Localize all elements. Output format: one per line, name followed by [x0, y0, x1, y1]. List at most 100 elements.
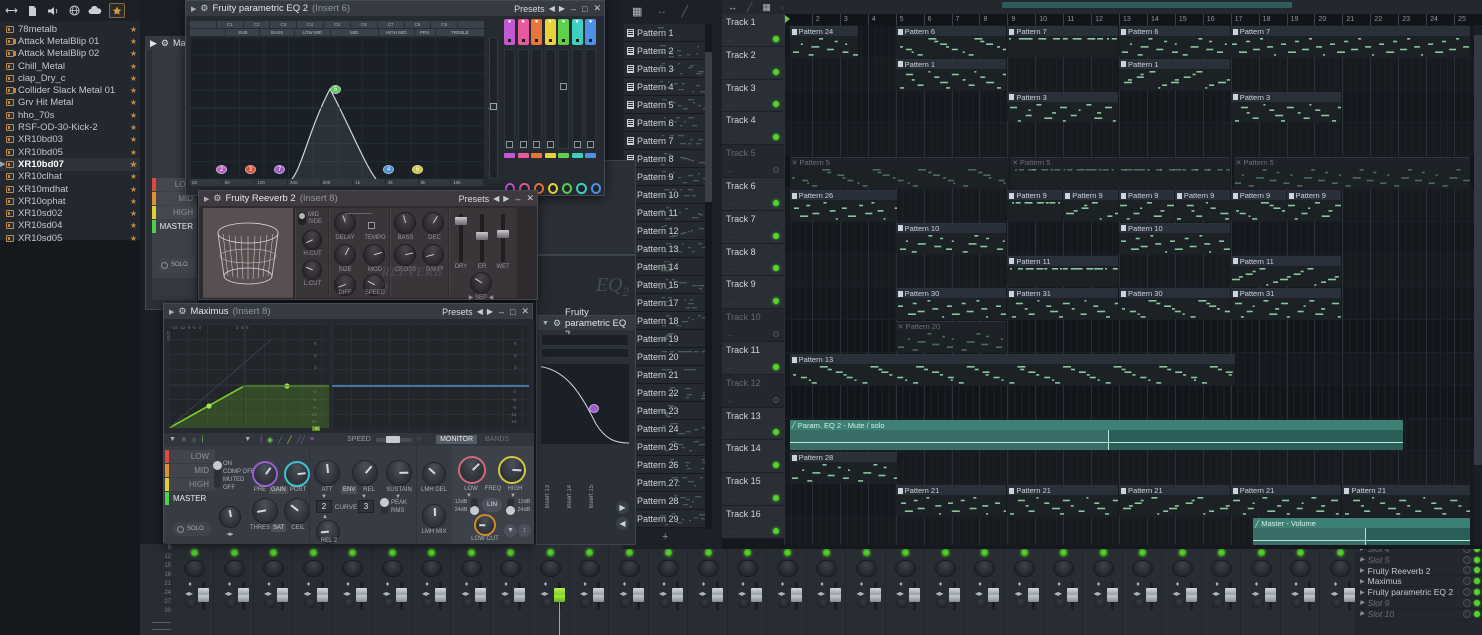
- playlist-grid[interactable]: Pattern 24 Pattern 6 Pattern 7 Pattern 6 Pat…: [784, 25, 1482, 545]
- mixer-strip[interactable]: ♦ ◂▸: [1006, 544, 1044, 635]
- browser-item[interactable]: XR10bd05 ★: [0, 146, 140, 158]
- favorite-star-icon[interactable]: ★: [130, 172, 137, 181]
- strip-gain-knob[interactable]: [737, 560, 758, 577]
- edge-eq-node[interactable]: [589, 404, 599, 413]
- strip-led[interactable]: [1257, 549, 1265, 556]
- eq-band-track[interactable]: [504, 49, 515, 149]
- maximus-window[interactable]: ▶ ⚙ Maximus (Insert 8) Presets ◀ ▶ – □ ✕: [163, 303, 534, 544]
- minimize-button[interactable]: –: [515, 194, 520, 204]
- track-enable-led[interactable]: [773, 298, 779, 305]
- gear-icon[interactable]: ⚙: [200, 3, 208, 14]
- pattern-list-item[interactable]: Pattern 10: [624, 186, 710, 204]
- pattern-clip[interactable]: Pattern 10: [1119, 222, 1230, 254]
- effect-mix-knob[interactable]: [1463, 577, 1471, 586]
- eq-master-level-slider[interactable]: [489, 37, 498, 179]
- strip-stereo-icon[interactable]: ♦: [186, 581, 194, 589]
- clip-header[interactable]: ╱ Param. EQ 2 - Mute / solo: [789, 420, 1403, 430]
- playlist-grid-row[interactable]: [784, 385, 1482, 419]
- browser-item[interactable]: hho_70s ★: [0, 109, 140, 121]
- close-button[interactable]: ✕: [526, 193, 534, 204]
- mixer-strip[interactable]: ♦ ◂▸: [1164, 544, 1202, 635]
- pattern-clip[interactable]: Pattern 24: [789, 26, 859, 57]
- playlist-track-header[interactable]: Track 13…: [722, 407, 784, 441]
- pattern-clip[interactable]: Pattern 26: [789, 190, 898, 221]
- strip-fader-handle[interactable]: [277, 588, 288, 602]
- strip-small-knob[interactable]: [1133, 599, 1145, 608]
- eq-band-selector[interactable]: ●: [504, 19, 515, 45]
- strip-stereo-icon[interactable]: ♦: [423, 581, 431, 589]
- effect-mix-knob[interactable]: [1463, 555, 1471, 564]
- track-handle-icon[interactable]: …: [727, 265, 735, 272]
- clip-header[interactable]: Pattern 1: [895, 59, 1007, 69]
- move-tool-icon[interactable]: ↔: [656, 5, 667, 17]
- favorite-star-icon[interactable]: ★: [130, 111, 137, 120]
- effect-slot[interactable]: ▶ Fruity parametric EQ 2: [1355, 587, 1482, 598]
- strip-fader-handle[interactable]: [632, 588, 644, 602]
- favorite-star-icon[interactable]: ★: [130, 148, 137, 157]
- hcut-knob[interactable]: [302, 230, 322, 250]
- track-enable-led[interactable]: [773, 166, 779, 173]
- strip-pan-icon[interactable]: ◂▸: [1054, 589, 1062, 598]
- strip-stereo-icon[interactable]: ♦: [1213, 581, 1221, 589]
- strip-small-knob[interactable]: [343, 599, 355, 608]
- pattern-picker-icon[interactable]: ▦: [632, 5, 642, 18]
- eq-band-handle[interactable]: [533, 141, 540, 148]
- strip-led[interactable]: [981, 549, 988, 556]
- eq-band-label[interactable]: LOW MID: [294, 29, 330, 36]
- mode-slope3-icon[interactable]: ╱╱: [297, 436, 305, 444]
- strip-fader-handle[interactable]: [474, 588, 486, 602]
- strip-gain-knob[interactable]: [776, 560, 798, 577]
- pattern-list-item[interactable]: Pattern 18: [624, 312, 710, 330]
- strip-gain-knob[interactable]: [342, 560, 363, 577]
- track-handle-icon[interactable]: …: [727, 331, 735, 338]
- strip-gain-knob[interactable]: [895, 560, 916, 577]
- gain-button[interactable]: GAIN: [269, 486, 288, 494]
- pattern-list-item[interactable]: Pattern 1: [624, 24, 710, 42]
- pattern-list-item[interactable]: Pattern 9: [624, 168, 710, 186]
- mixer-strip[interactable]: ♦ ◂▸: [413, 544, 451, 635]
- clip-header[interactable]: Pattern 6: [1119, 27, 1230, 36]
- mixer-strip[interactable]: ♦ ◂▸: [295, 544, 333, 635]
- pattern-clip[interactable]: Pattern 9: [1007, 190, 1063, 221]
- mixer-strip[interactable]: ♦ ◂▸: [255, 544, 293, 635]
- pattern-clip[interactable]: ✕ Pattern 5: [1010, 157, 1230, 188]
- track-handle-icon[interactable]: …: [727, 364, 735, 371]
- strip-small-knob[interactable]: [264, 599, 276, 608]
- eq-band-label[interactable]: BASS: [260, 29, 294, 36]
- strip-led[interactable]: [862, 549, 870, 556]
- strip-gain-knob[interactable]: [1013, 560, 1035, 577]
- mixer-strip[interactable]: ♦ ◂▸: [1243, 544, 1281, 635]
- track-handle-icon[interactable]: …: [727, 233, 735, 240]
- track-enable-led[interactable]: [773, 232, 779, 239]
- strip-led[interactable]: [1218, 549, 1225, 556]
- clip-header[interactable]: Pattern 28: [789, 453, 898, 463]
- browser-item[interactable]: XR10sd04 ★: [0, 220, 140, 232]
- pattern-clip[interactable]: Pattern 9: [1230, 190, 1286, 221]
- damp-knob[interactable]: [422, 244, 444, 266]
- pattern-clip[interactable]: Pattern 31: [1007, 288, 1119, 320]
- strip-small-knob[interactable]: [501, 599, 513, 608]
- pattern-list-item[interactable]: Pattern 24: [624, 420, 710, 438]
- favorite-star-icon[interactable]: ★: [130, 123, 137, 132]
- mode-slope2-icon[interactable]: ╱: [287, 436, 291, 444]
- clip-header[interactable]: Pattern 26: [789, 191, 898, 200]
- track-enable-led[interactable]: [773, 396, 779, 403]
- track-enable-led[interactable]: [773, 134, 779, 141]
- pattern-clip[interactable]: Pattern 3: [1230, 91, 1342, 123]
- mixer-strip[interactable]: ♦ ◂▸: [887, 544, 925, 635]
- strip-stereo-icon[interactable]: ♦: [384, 581, 392, 589]
- move-tool-icon[interactable]: ↔: [728, 2, 737, 12]
- track-handle-icon[interactable]: …: [727, 495, 735, 502]
- favorite-star-icon[interactable]: ★: [130, 160, 137, 169]
- strip-small-knob[interactable]: [224, 599, 237, 608]
- mixer-strip[interactable]: ♦ ◂▸: [571, 544, 609, 635]
- strip-small-knob[interactable]: [540, 599, 553, 608]
- strip-led[interactable]: [428, 549, 435, 556]
- strip-led[interactable]: [941, 549, 949, 556]
- eq-band-node[interactable]: 4: [383, 165, 394, 174]
- pattern-list-item[interactable]: Pattern 6: [624, 114, 710, 132]
- strip-stereo-icon[interactable]: ♦: [581, 581, 589, 589]
- clip-header[interactable]: Pattern 9: [1230, 191, 1286, 200]
- strip-led[interactable]: [1139, 549, 1146, 556]
- strip-gain-knob[interactable]: [1211, 560, 1232, 577]
